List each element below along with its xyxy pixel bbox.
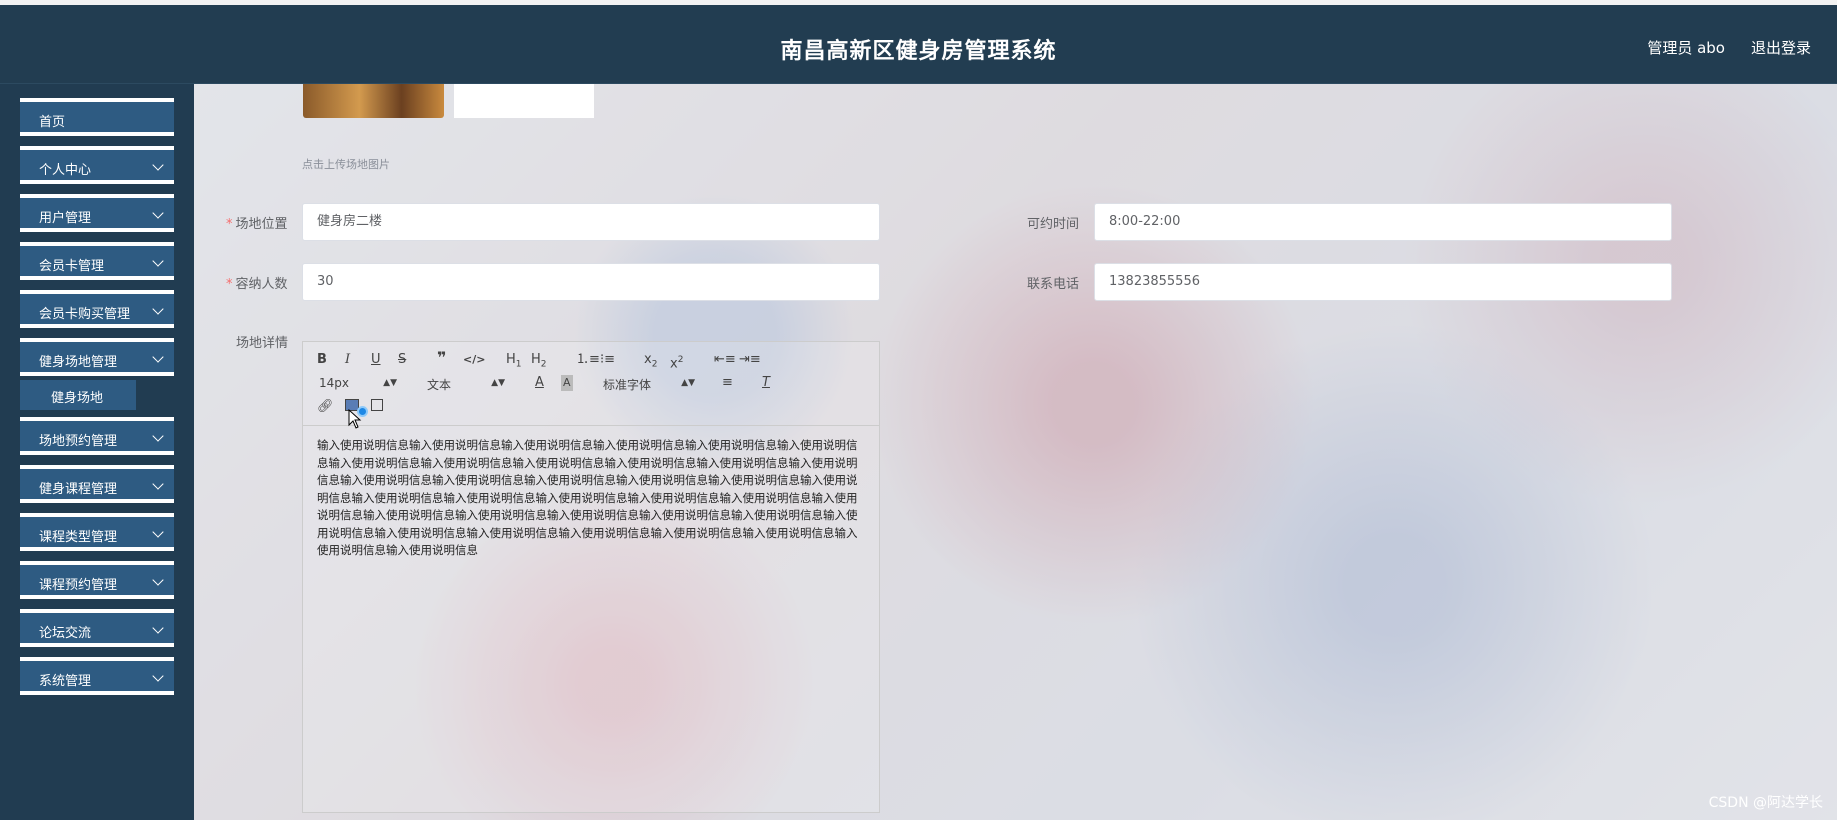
rich-text-editor[interactable]: B I U S ❞ </> H1 H2 ⒈≡ ⁝≡ x2 x2 ⇤≡ ⇥≡ 14…: [302, 341, 880, 813]
sidebar-item-venue-booking[interactable]: 场地预约管理: [20, 417, 174, 455]
chevron-down-icon: [152, 670, 164, 682]
sidebar-item-label: 会员卡购买管理: [39, 307, 131, 322]
sidebar-item-label: 系统管理: [39, 674, 92, 689]
background-color-icon[interactable]: A: [561, 375, 573, 391]
indent-icon[interactable]: ⇥≡: [739, 352, 761, 368]
details-label: 场地详情: [236, 336, 289, 351]
chevron-down-icon: [152, 478, 164, 490]
capacity-input[interactable]: 30: [302, 263, 880, 301]
code-icon[interactable]: </>: [463, 352, 485, 368]
location-label: * 场地位置: [226, 217, 288, 232]
sidebar-item-courses[interactable]: 健身课程管理: [20, 465, 174, 503]
superscript-icon[interactable]: x2: [670, 352, 683, 372]
sidebar-item-label: 首页: [39, 115, 66, 130]
chevron-down-icon: [152, 574, 164, 586]
location-input[interactable]: 健身房二楼: [302, 203, 880, 241]
watermark: CSDN @阿达学长: [1708, 795, 1823, 811]
main-content: 点击上传场地图片 * 场地位置 健身房二楼 可约时间 8:00-22:00 * 容纳…: [194, 84, 1837, 820]
h2-icon[interactable]: H2: [531, 352, 547, 373]
editor-toolbar: B I U S ❞ </> H1 H2 ⒈≡ ⁝≡ x2 x2 ⇤≡ ⇥≡ 14…: [303, 342, 879, 426]
sidebar-item-label: 课程预约管理: [39, 578, 118, 593]
sidebar-item-users[interactable]: 用户管理: [20, 194, 174, 232]
link-icon[interactable]: 🔗︎: [317, 399, 334, 415]
clear-format-icon[interactable]: T: [762, 375, 770, 391]
chevron-down-icon: [152, 159, 164, 171]
chevron-down-icon: [152, 351, 164, 363]
bullet-list-icon[interactable]: ⁝≡: [600, 352, 615, 368]
upload-hint: 点击上传场地图片: [302, 158, 390, 171]
sidebar-item-label: 会员卡管理: [39, 259, 105, 274]
bold-icon[interactable]: B: [317, 352, 327, 368]
phone-input[interactable]: 13823855556: [1094, 263, 1672, 301]
block-type-select[interactable]: 文本 ▲▼: [427, 376, 505, 393]
sidebar-subitem-label: 健身场地: [51, 391, 104, 406]
required-mark: *: [226, 217, 233, 232]
chevron-down-icon: [152, 207, 164, 219]
chevron-down-icon: [152, 622, 164, 634]
capacity-label: * 容纳人数: [226, 277, 288, 292]
h1-icon[interactable]: H1: [506, 352, 522, 373]
sidebar: 首页 个人中心 用户管理 会员卡管理 会员卡购买管理 健身场地管理 健身场地 场…: [0, 84, 194, 820]
subscript-icon[interactable]: x2: [644, 352, 657, 373]
available-time-label: 可约时间: [1027, 217, 1080, 232]
sidebar-item-label: 用户管理: [39, 211, 92, 226]
italic-icon[interactable]: I: [345, 352, 350, 368]
logout-link[interactable]: 退出登录: [1751, 37, 1811, 58]
app-title: 南昌高新区健身房管理系统: [780, 39, 1057, 64]
app-header: 南昌高新区健身房管理系统 管理员 abo 退出登录: [0, 5, 1837, 84]
sidebar-item-membership-cards[interactable]: 会员卡管理: [20, 242, 174, 280]
font-color-icon[interactable]: A: [535, 375, 544, 391]
sidebar-item-course-booking[interactable]: 课程预约管理: [20, 561, 174, 599]
mouse-cursor-icon: [348, 409, 362, 429]
sidebar-item-card-purchases[interactable]: 会员卡购买管理: [20, 290, 174, 328]
available-time-input[interactable]: 8:00-22:00: [1094, 203, 1672, 241]
required-mark: *: [226, 277, 233, 292]
editor-content[interactable]: 输入使用说明信息输入使用说明信息输入使用说明信息输入使用说明信息输入使用说明信息…: [317, 437, 865, 560]
sidebar-item-label: 健身场地管理: [39, 355, 118, 370]
sidebar-item-label: 课程类型管理: [39, 530, 118, 545]
align-icon[interactable]: ≡: [722, 375, 733, 391]
sidebar-item-home[interactable]: 首页: [20, 98, 174, 136]
font-family-select[interactable]: 标准字体 ▲▼: [603, 376, 695, 393]
sidebar-item-venues[interactable]: 健身场地管理: [20, 338, 174, 376]
current-user: 管理员 abo: [1647, 39, 1725, 57]
sidebar-item-label: 个人中心: [39, 163, 92, 178]
font-size-select[interactable]: 14px ▲▼: [319, 376, 397, 390]
sidebar-item-label: 场地预约管理: [39, 434, 118, 449]
sidebar-item-course-types[interactable]: 课程类型管理: [20, 513, 174, 551]
video-icon[interactable]: [371, 399, 383, 411]
phone-label: 联系电话: [1027, 277, 1080, 292]
venue-image-thumbnail[interactable]: [303, 84, 444, 118]
sidebar-item-label: 论坛交流: [39, 626, 92, 641]
outdent-icon[interactable]: ⇤≡: [714, 352, 736, 368]
chevron-down-icon: [152, 526, 164, 538]
blockquote-icon[interactable]: ❞: [437, 350, 446, 366]
chevron-down-icon: [152, 430, 164, 442]
upload-preview-box[interactable]: [454, 84, 594, 118]
underline-icon[interactable]: U: [371, 352, 381, 368]
chevron-down-icon: [152, 255, 164, 267]
sidebar-item-profile[interactable]: 个人中心: [20, 146, 174, 184]
chevron-down-icon: [152, 303, 164, 315]
sidebar-item-system[interactable]: 系统管理: [20, 657, 174, 695]
ordered-list-icon[interactable]: ⒈≡: [576, 352, 600, 368]
sidebar-subitem-venue[interactable]: 健身场地: [20, 380, 136, 410]
sidebar-item-label: 健身课程管理: [39, 482, 118, 497]
sidebar-item-forum[interactable]: 论坛交流: [20, 609, 174, 647]
strikethrough-icon[interactable]: S: [398, 352, 406, 368]
